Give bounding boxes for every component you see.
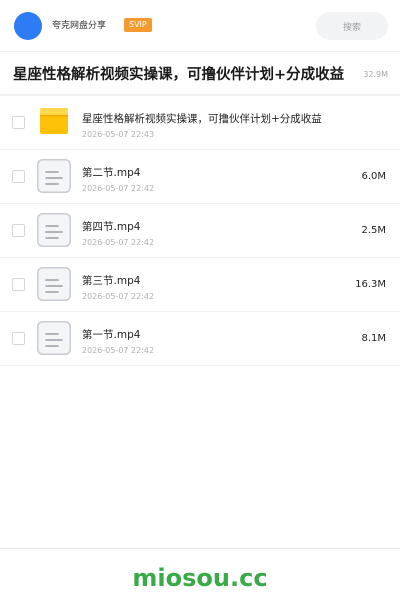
total-size: 32.9M — [363, 70, 388, 79]
select-checkbox[interactable] — [12, 278, 25, 291]
file-name: 第三节.mp4 — [82, 275, 141, 287]
header-bar: 夸克网盘分享 SVIP 搜索 — [0, 0, 400, 52]
file-name: 第一节.mp4 — [82, 329, 141, 341]
footer-bar: miosou.cc — [0, 548, 400, 600]
file-date: 2026-05-07 22:42 — [82, 238, 155, 247]
select-checkbox[interactable] — [12, 170, 25, 183]
list-item[interactable]: 第四节.mp4 2026-05-07 22:42 2.5M — [0, 204, 400, 258]
document-icon — [37, 159, 71, 193]
select-checkbox[interactable] — [12, 116, 25, 129]
file-name: 第二节.mp4 — [82, 167, 141, 179]
file-name: 第四节.mp4 — [82, 221, 141, 233]
list-item[interactable]: 第一节.mp4 2026-05-07 22:42 8.1M — [0, 312, 400, 366]
svip-badge: SVIP — [124, 18, 152, 32]
page-title: 星座性格解析视频实操课，可撸伙伴计划+分成收益 — [13, 67, 345, 83]
file-size: 6.0M — [361, 171, 386, 182]
file-name: 星座性格解析视频实操课，可撸伙伴计划+分成收益 — [82, 113, 322, 125]
title-row: 星座性格解析视频实操课，可撸伙伴计划+分成收益 32.9M — [0, 52, 400, 96]
list-item[interactable]: 第三节.mp4 2026-05-07 22:42 16.3M — [0, 258, 400, 312]
file-size: 8.1M — [361, 333, 386, 344]
document-icon — [37, 213, 71, 247]
file-date: 2026-05-07 22:42 — [82, 346, 155, 355]
site-brand[interactable]: miosou.cc — [0, 563, 400, 593]
share-owner-name: 夸克网盘分享 — [52, 21, 107, 31]
folder-icon — [40, 108, 68, 134]
search-placeholder: 搜索 — [342, 22, 361, 33]
file-date: 2026-05-07 22:42 — [82, 184, 155, 193]
file-date: 2026-05-07 22:43 — [82, 130, 155, 139]
document-icon — [37, 321, 71, 355]
select-checkbox[interactable] — [12, 332, 25, 345]
avatar[interactable] — [14, 12, 42, 40]
list-item[interactable]: 第二节.mp4 2026-05-07 22:42 6.0M — [0, 150, 400, 204]
select-checkbox[interactable] — [12, 224, 25, 237]
file-size: 16.3M — [355, 279, 386, 290]
file-date: 2026-05-07 22:42 — [82, 292, 155, 301]
document-icon — [37, 267, 71, 301]
file-list: 星座性格解析视频实操课，可撸伙伴计划+分成收益 2026-05-07 22:43… — [0, 96, 400, 366]
search-input[interactable]: 搜索 — [316, 12, 388, 40]
list-item[interactable]: 星座性格解析视频实操课，可撸伙伴计划+分成收益 2026-05-07 22:43 — [0, 96, 400, 150]
file-size: 2.5M — [361, 225, 386, 236]
